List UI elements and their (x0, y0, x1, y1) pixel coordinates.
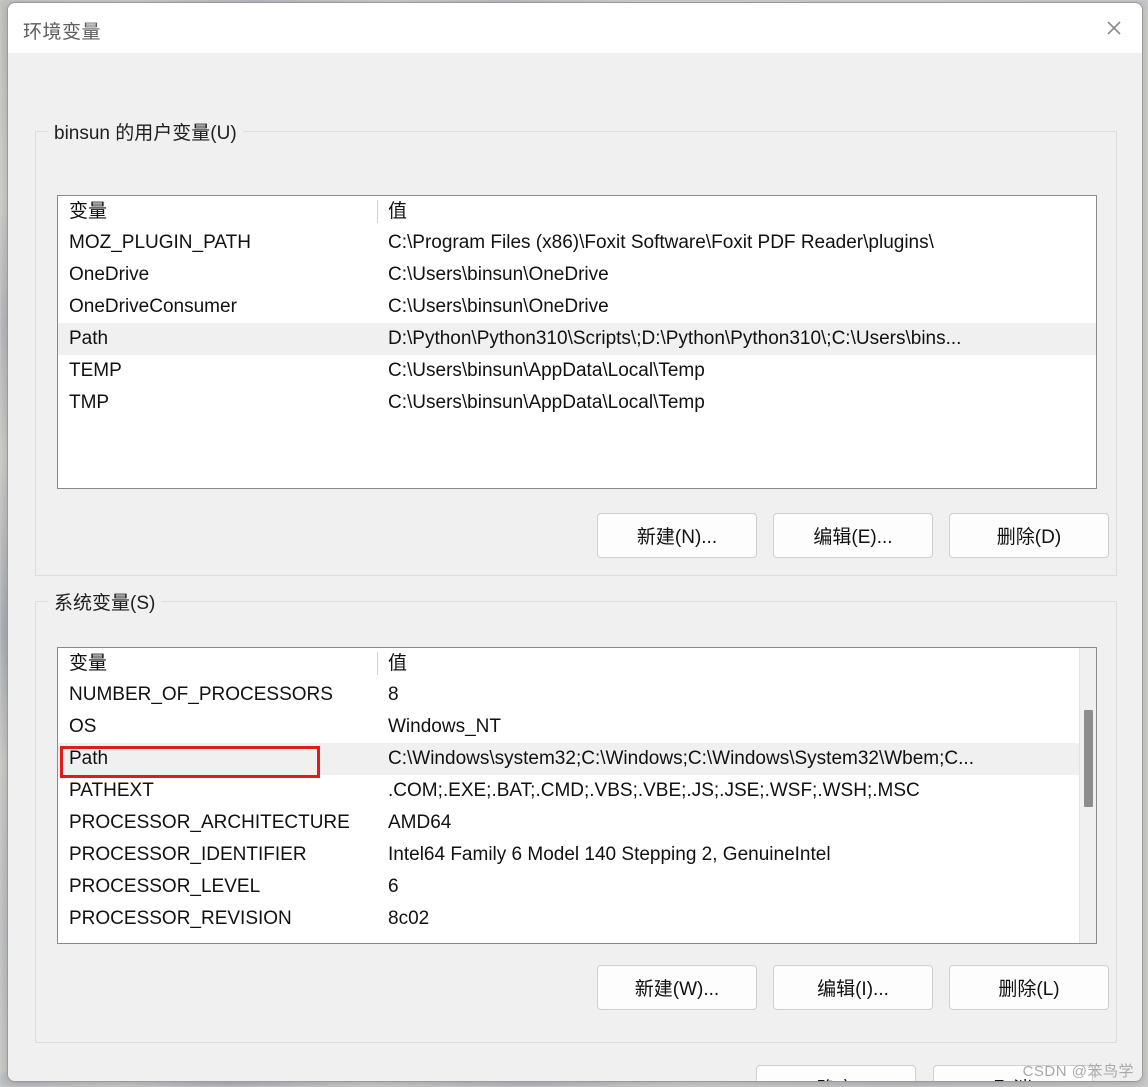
system-list-header: 变量 值 (58, 648, 1096, 679)
system-new-button[interactable]: 新建(W)... (597, 965, 757, 1010)
system-variable-value: 8c02 (388, 908, 430, 929)
system-variable-name: PROCESSOR_IDENTIFIER (69, 844, 307, 865)
user-variable-value: C:\Users\binsun\AppData\Local\Temp (388, 392, 705, 413)
table-row[interactable]: OneDriveConsumer C:\Users\binsun\OneDrive (58, 291, 1096, 323)
user-column-header-variable[interactable]: 变量 (58, 196, 377, 227)
watermark: CSDN @笨鸟学 (1022, 1063, 1134, 1080)
system-variable-value: 6 (388, 876, 399, 897)
user-variable-value: D:\Python\Python310\Scripts\;D:\Python\P… (388, 328, 962, 349)
table-row[interactable]: Path D:\Python\Python310\Scripts\;D:\Pyth… (58, 323, 1096, 355)
user-list-rows: MOZ_PLUGIN_PATH C:\Program Files (x86)\Fo… (58, 227, 1096, 419)
system-variable-value: 8 (388, 684, 399, 705)
table-row[interactable]: PROCESSOR_REVISION 8c02 (58, 903, 1096, 935)
title-bar: 环境变量 (8, 3, 1142, 53)
system-scrollbar-thumb[interactable] (1084, 709, 1093, 808)
system-column-header-value[interactable]: 值 (377, 648, 1096, 679)
user-edit-button[interactable]: 编辑(E)... (773, 513, 933, 558)
user-variable-name: OneDriveConsumer (69, 296, 237, 317)
window-title: 环境变量 (23, 22, 102, 43)
system-variable-value: Windows_NT (388, 716, 501, 737)
system-variables-list[interactable]: 变量 值 NUMBER_OF_PROCESSORS 8 OS Windows_NT Pa… (57, 647, 1097, 944)
table-row[interactable]: PROCESSOR_ARCHITECTURE AMD64 (58, 807, 1096, 839)
table-row[interactable]: PROCESSOR_IDENTIFIER Intel64 Family 6 Mod… (58, 839, 1096, 871)
ok-button[interactable]: 确定 (756, 1065, 916, 1081)
table-row[interactable]: OS Windows_NT (58, 711, 1096, 743)
user-list-header: 变量 值 (58, 196, 1096, 227)
system-variable-name: PROCESSOR_LEVEL (69, 876, 261, 897)
table-row[interactable]: OneDrive C:\Users\binsun\OneDrive (58, 259, 1096, 291)
table-row[interactable]: NUMBER_OF_PROCESSORS 8 (58, 679, 1096, 711)
table-row[interactable]: PROCESSOR_LEVEL 6 (58, 871, 1096, 903)
table-row[interactable]: Path C:\Windows\system32;C:\Windows;C:\Wi… (58, 743, 1096, 775)
system-variables-group: 系统变量(S) 变量 值 NUMBER_OF_PROCESSORS 8 OS Wind… (35, 588, 1117, 1043)
user-variable-name: MOZ_PLUGIN_PATH (69, 232, 251, 253)
system-variable-name: PROCESSOR_REVISION (69, 908, 292, 929)
user-variables-list[interactable]: 变量 值 MOZ_PLUGIN_PATH C:\Program Files (x8… (57, 195, 1097, 489)
system-variable-value: Intel64 Family 6 Model 140 Stepping 2, G… (388, 844, 831, 865)
environment-variables-dialog: 环境变量 binsun 的用户变量(U) 变量 值 MOZ_PLUGIN_PAT… (7, 2, 1143, 1082)
user-variable-name: TEMP (69, 360, 122, 381)
system-variable-name: PROCESSOR_ARCHITECTURE (69, 812, 350, 833)
system-edit-button[interactable]: 编辑(I)... (773, 965, 933, 1010)
system-variable-name: OS (69, 716, 97, 737)
user-variable-name: Path (69, 328, 109, 349)
table-row[interactable]: TMP C:\Users\binsun\AppData\Local\Temp (58, 387, 1096, 419)
user-new-button[interactable]: 新建(N)... (597, 513, 757, 558)
system-column-divider[interactable] (377, 652, 378, 675)
system-variable-name: PATHEXT (69, 780, 154, 801)
system-column-header-variable[interactable]: 变量 (58, 648, 377, 679)
user-variables-legend: binsun 的用户变量(U) (48, 118, 243, 145)
user-variables-group: binsun 的用户变量(U) 变量 值 MOZ_PLUGIN_PATH C:\P… (35, 118, 1117, 576)
system-variable-name: Path (69, 748, 109, 769)
system-list-scrollbar[interactable] (1079, 648, 1096, 943)
system-variable-value: .COM;.EXE;.BAT;.CMD;.VBS;.VBE;.JS;.JSE;.… (388, 780, 920, 801)
close-icon[interactable] (1086, 3, 1142, 53)
user-variable-name: OneDrive (69, 264, 150, 285)
system-variable-value: C:\Windows\system32;C:\Windows;C:\Window… (388, 748, 974, 769)
user-variable-value: C:\Users\binsun\AppData\Local\Temp (388, 360, 705, 381)
user-variable-value: C:\Users\binsun\OneDrive (388, 296, 609, 317)
table-row[interactable]: MOZ_PLUGIN_PATH C:\Program Files (x86)\Fo… (58, 227, 1096, 259)
user-variable-name: TMP (69, 392, 110, 413)
system-variables-legend: 系统变量(S) (48, 588, 162, 615)
user-variable-value: C:\Users\binsun\OneDrive (388, 264, 609, 285)
user-column-divider[interactable] (377, 200, 378, 223)
dialog-body: binsun 的用户变量(U) 变量 值 MOZ_PLUGIN_PATH C:\P… (8, 53, 1142, 1081)
system-variable-name: NUMBER_OF_PROCESSORS (69, 684, 333, 705)
user-variable-value: C:\Program Files (x86)\Foxit Software\Fo… (388, 232, 934, 253)
user-column-header-value[interactable]: 值 (377, 196, 1096, 227)
system-list-rows: NUMBER_OF_PROCESSORS 8 OS Windows_NT Path C:\… (58, 679, 1096, 935)
system-delete-button[interactable]: 删除(L) (949, 965, 1109, 1010)
user-delete-button[interactable]: 删除(D) (949, 513, 1109, 558)
table-row[interactable]: PATHEXT .COM;.EXE;.BAT;.CMD;.VBS;.VBE;.JS… (58, 775, 1096, 807)
table-row[interactable]: TEMP C:\Users\binsun\AppData\Local\Temp (58, 355, 1096, 387)
system-variable-value: AMD64 (388, 812, 452, 833)
